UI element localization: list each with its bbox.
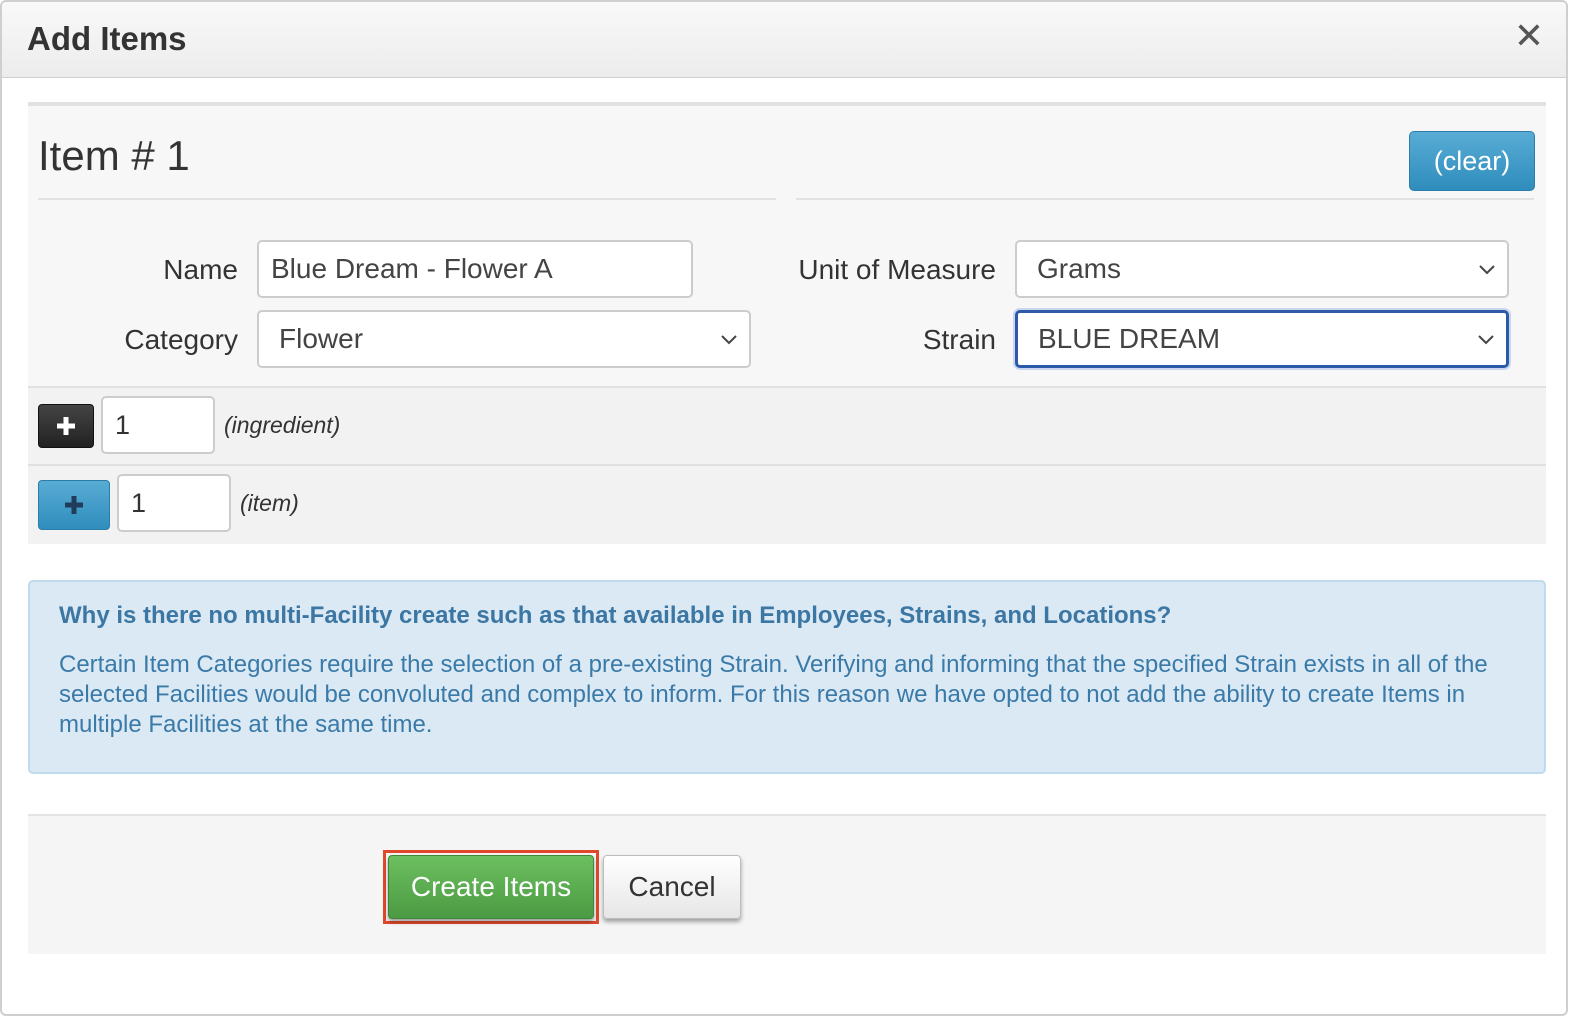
item-row: 1 (item) [28, 464, 1546, 544]
category-value: Flower [279, 323, 364, 354]
ingredient-hint: (ingredient) [224, 412, 341, 438]
dialog-header: Add Items ✕ [2, 2, 1566, 78]
item-heading: Item # 1 [38, 132, 190, 179]
chevron-down-icon [1478, 335, 1494, 345]
clear-button[interactable]: (clear) [1409, 131, 1535, 191]
strain-select[interactable]: BLUE DREAM [1015, 310, 1509, 368]
ingredient-quantity-input[interactable]: 1 [101, 396, 215, 454]
dialog-title: Add Items [27, 20, 187, 57]
name-label: Name [163, 254, 238, 285]
unit-of-measure-value: Grams [1037, 253, 1121, 284]
item-panel: Item # 1 (clear) Name Blue Dream - Flowe… [28, 102, 1546, 544]
info-body: Certain Item Categories require the sele… [59, 651, 1488, 738]
info-title: Why is there no multi-Facility create su… [59, 602, 1172, 629]
dialog-footer: Create Items Cancel [28, 814, 1546, 954]
category-select[interactable]: Flower [257, 310, 751, 368]
item-hint: (item) [240, 490, 299, 516]
divider [796, 198, 1534, 200]
ingredient-row: 1 (ingredient) [28, 386, 1546, 464]
divider [38, 198, 776, 200]
plus-icon [57, 417, 75, 435]
close-icon[interactable]: ✕ [1514, 16, 1544, 56]
add-ingredient-button[interactable] [38, 404, 94, 448]
add-items-dialog: Add Items ✕ Item # 1 (clear) Name Blue D… [0, 0, 1568, 1016]
cancel-button[interactable]: Cancel [603, 855, 741, 919]
item-quantity-input[interactable]: 1 [117, 474, 231, 532]
info-alert: Why is there no multi-Facility create su… [28, 580, 1546, 774]
strain-label: Strain [922, 324, 996, 355]
category-label: Category [124, 324, 238, 355]
plus-icon [65, 496, 83, 514]
add-item-button[interactable] [38, 480, 110, 530]
name-input[interactable]: Blue Dream - Flower A [257, 240, 693, 298]
create-items-button[interactable]: Create Items [388, 855, 594, 919]
chevron-down-icon [721, 335, 737, 345]
unit-of-measure-select[interactable]: Grams [1015, 240, 1509, 298]
unit-of-measure-label: Unit of Measure [798, 254, 996, 285]
chevron-down-icon [1479, 265, 1495, 275]
strain-value: BLUE DREAM [1038, 323, 1221, 354]
